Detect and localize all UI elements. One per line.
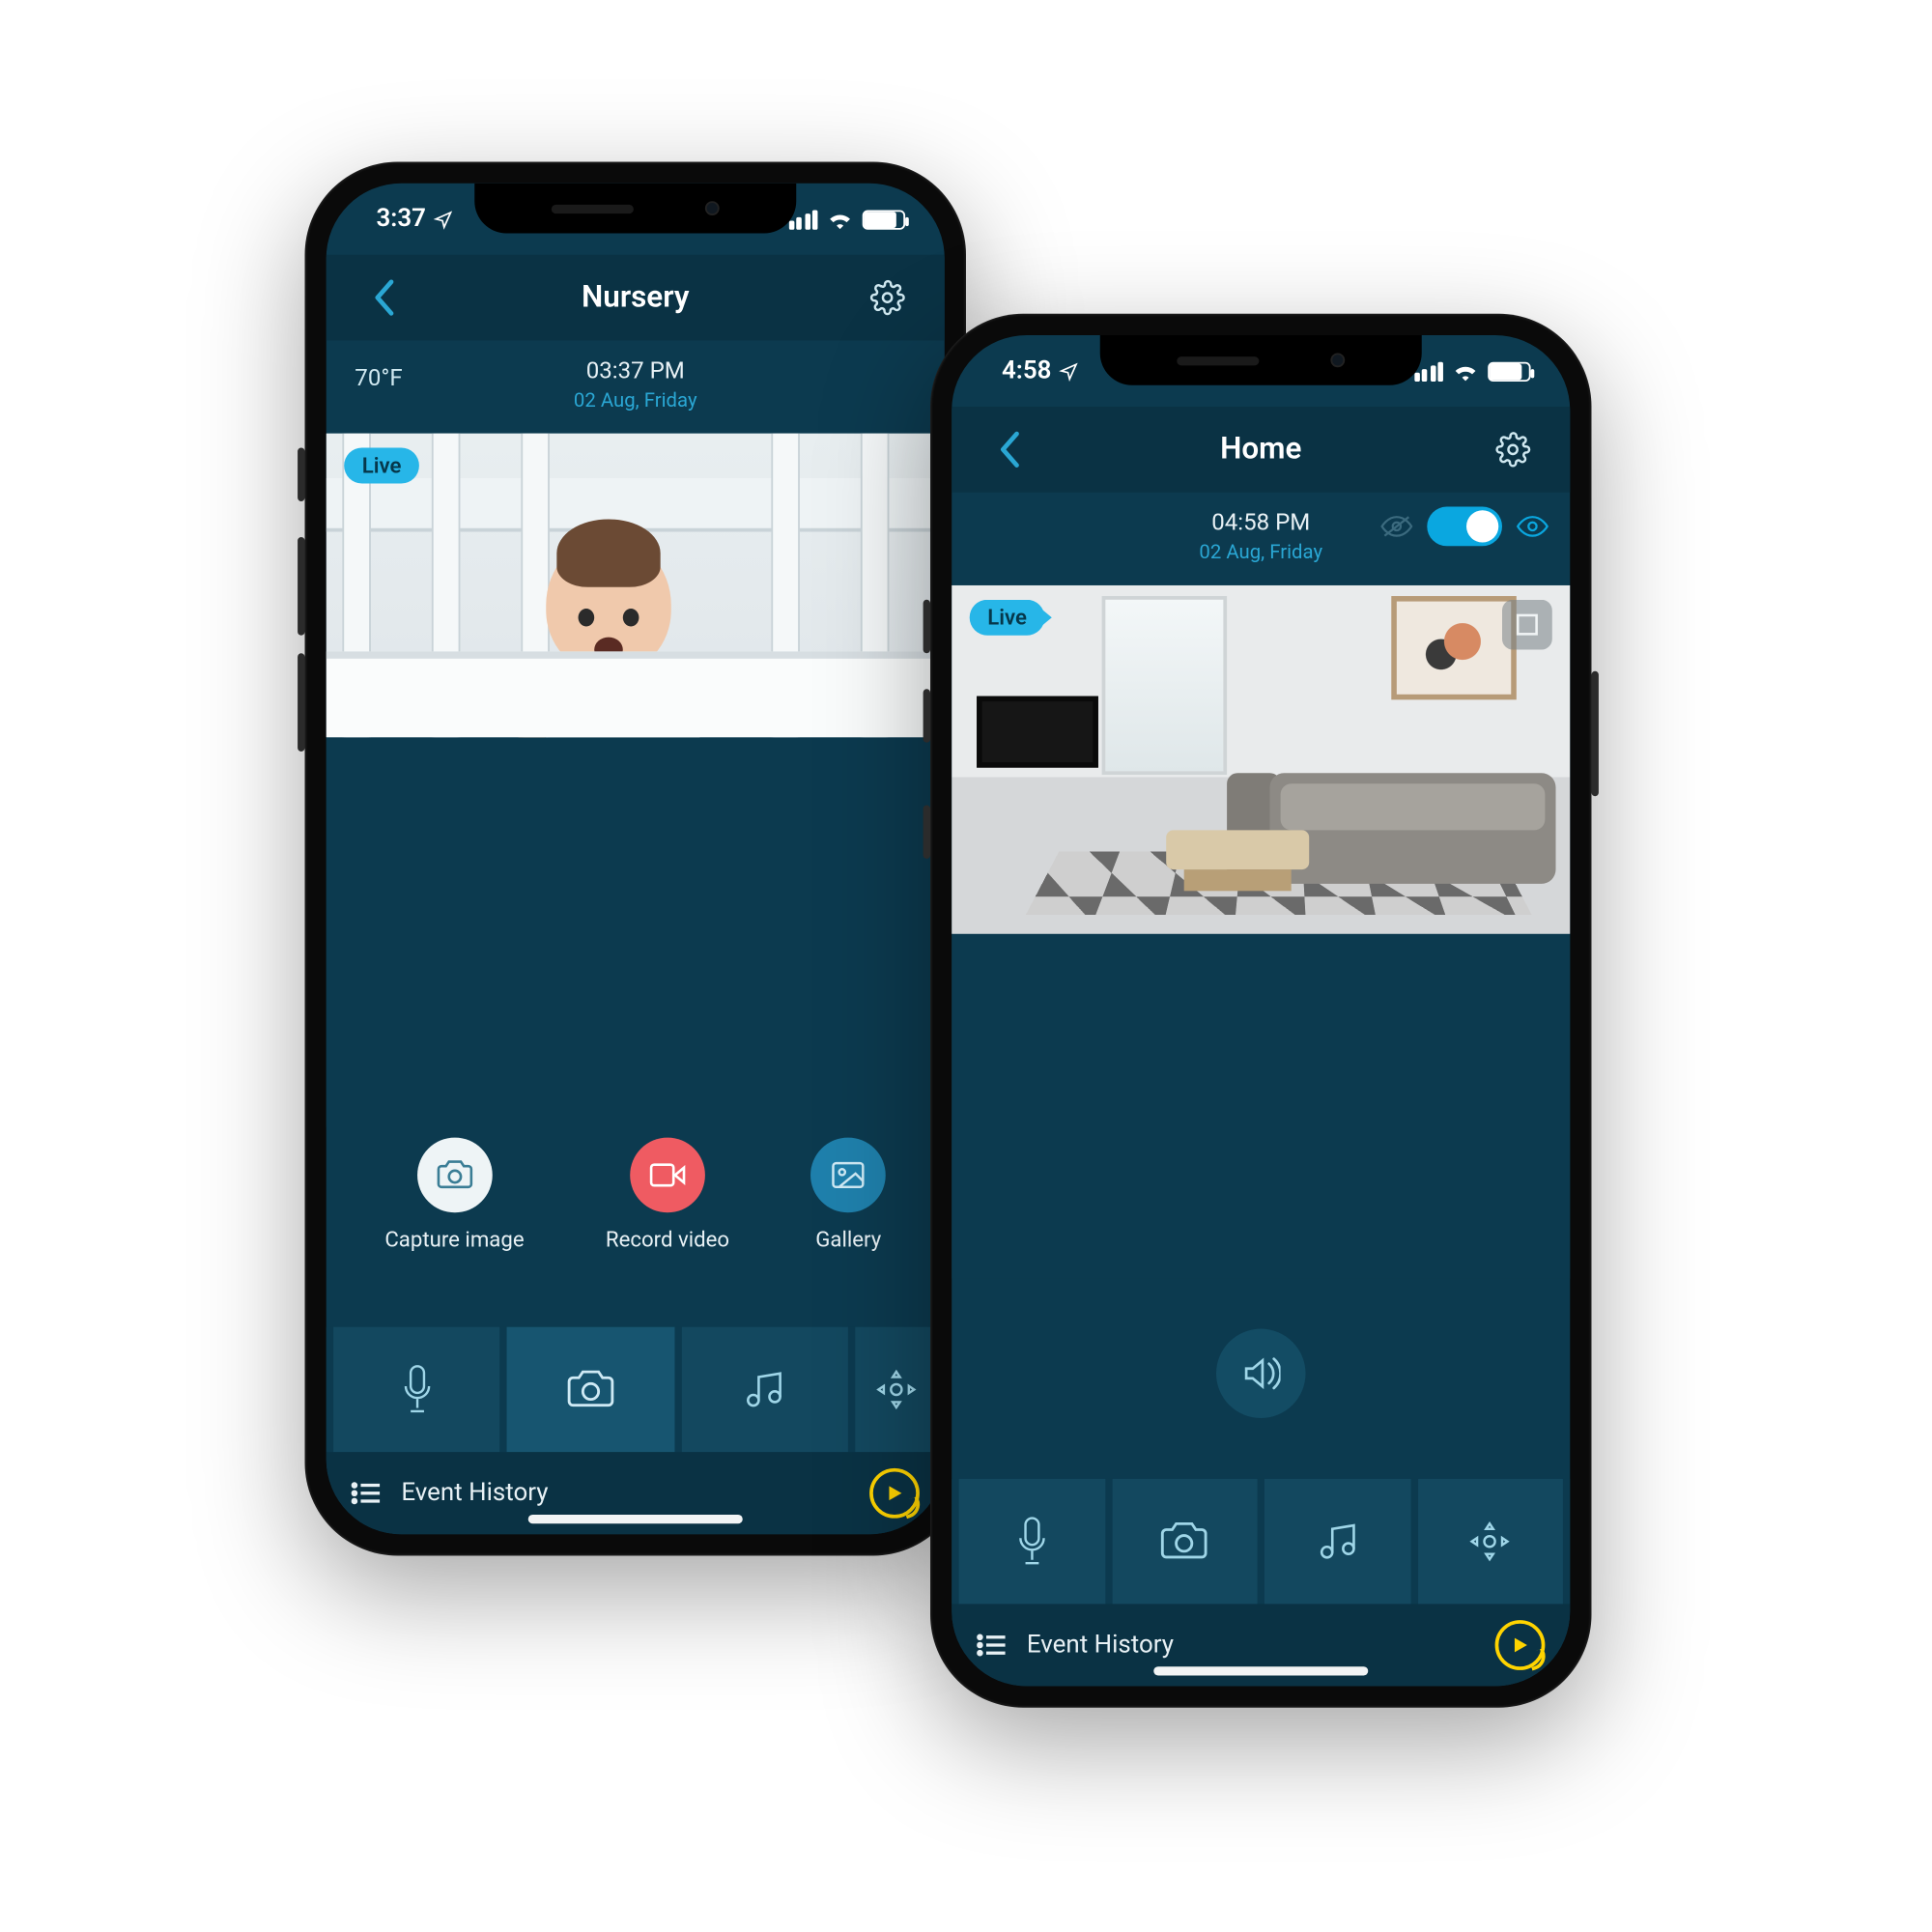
bottom-tabs [952,1479,1570,1605]
gallery-label: Gallery [815,1227,881,1252]
camera-time: 03:37 PM [574,358,697,385]
music-icon [743,1368,785,1410]
back-button[interactable] [980,421,1037,478]
capture-image-button[interactable]: Capture image [384,1138,524,1252]
nav-bar: Nursery [327,255,945,341]
camera-action-row: Capture image Record video Gallery [327,1127,945,1277]
privacy-toggle-group [1380,507,1548,547]
battery-icon [863,210,905,229]
back-button[interactable] [355,270,412,327]
tab-talk[interactable] [959,1479,1105,1605]
device-notch [1100,335,1422,385]
home-indicator[interactable] [528,1515,743,1523]
tab-camera[interactable] [1112,1479,1258,1605]
location-icon [1059,361,1078,381]
privacy-off-icon [1380,514,1412,539]
camera-tab-icon [566,1370,616,1409]
status-time: 3:37 [377,205,426,234]
battery-icon [1488,361,1530,381]
location-icon [433,210,452,229]
capture-label: Capture image [384,1227,524,1252]
microphone-icon [1013,1517,1049,1567]
bottom-tabs [327,1327,945,1453]
camera-tab-icon [1159,1521,1209,1561]
gallery-icon [810,1138,886,1213]
fullscreen-icon [1515,612,1540,638]
camera-date: 02 Aug, Friday [574,388,697,412]
pan-tilt-icon [873,1366,920,1412]
camera-icon [417,1138,493,1213]
list-icon [977,1633,1006,1658]
tab-camera[interactable] [507,1327,674,1453]
settings-button[interactable] [1484,421,1541,478]
list-icon [352,1481,381,1506]
event-history-label: Event History [1027,1631,1174,1660]
nursery-illustration [327,434,945,738]
music-icon [1316,1520,1358,1563]
temperature: 70°F [355,365,402,392]
live-badge: Live [970,600,1045,636]
live-video[interactable]: Live [952,585,1570,934]
device-notch [474,184,796,234]
living-room-illustration [952,585,1570,934]
meta-row: 70°F 03:37 PM 02 Aug, Friday [327,341,945,434]
page-title: Home [1220,432,1301,468]
phone-home: 4:58 Home [930,314,1592,1708]
video-icon [630,1138,705,1213]
wifi-icon [827,209,854,230]
speaker-icon [1241,1355,1281,1391]
audio-control [952,1279,1570,1479]
replay-button[interactable] [1495,1620,1546,1670]
record-video-button[interactable]: Record video [606,1138,729,1252]
status-time: 4:58 [1002,356,1051,385]
camera-date: 02 Aug, Friday [1199,541,1322,564]
home-indicator[interactable] [1153,1666,1368,1675]
wifi-icon [1452,360,1479,382]
mute-button[interactable] [1216,1329,1306,1419]
live-badge: Live [344,448,419,484]
tab-talk[interactable] [333,1327,500,1453]
replay-button[interactable] [869,1468,920,1519]
fullscreen-button[interactable] [1502,600,1552,650]
tab-music[interactable] [681,1327,848,1453]
pan-tilt-icon [1466,1519,1513,1565]
gallery-button[interactable]: Gallery [810,1138,886,1252]
camera-time: 04:58 PM [1199,510,1322,537]
page-title: Nursery [582,280,689,316]
record-label: Record video [606,1227,729,1252]
privacy-on-icon [1517,514,1548,539]
tab-pan-tilt[interactable] [855,1327,937,1453]
tab-music[interactable] [1264,1479,1410,1605]
settings-button[interactable] [859,270,916,327]
live-video[interactable]: Live [327,434,945,738]
tab-pan-tilt[interactable] [1417,1479,1563,1605]
nav-bar: Home [952,407,1570,493]
event-history-label: Event History [401,1479,548,1508]
microphone-icon [399,1365,435,1415]
phone-nursery: 3:37 Nursery [305,162,967,1556]
meta-row: 04:58 PM 02 Aug, Friday [952,493,1570,585]
privacy-toggle[interactable] [1427,507,1502,547]
